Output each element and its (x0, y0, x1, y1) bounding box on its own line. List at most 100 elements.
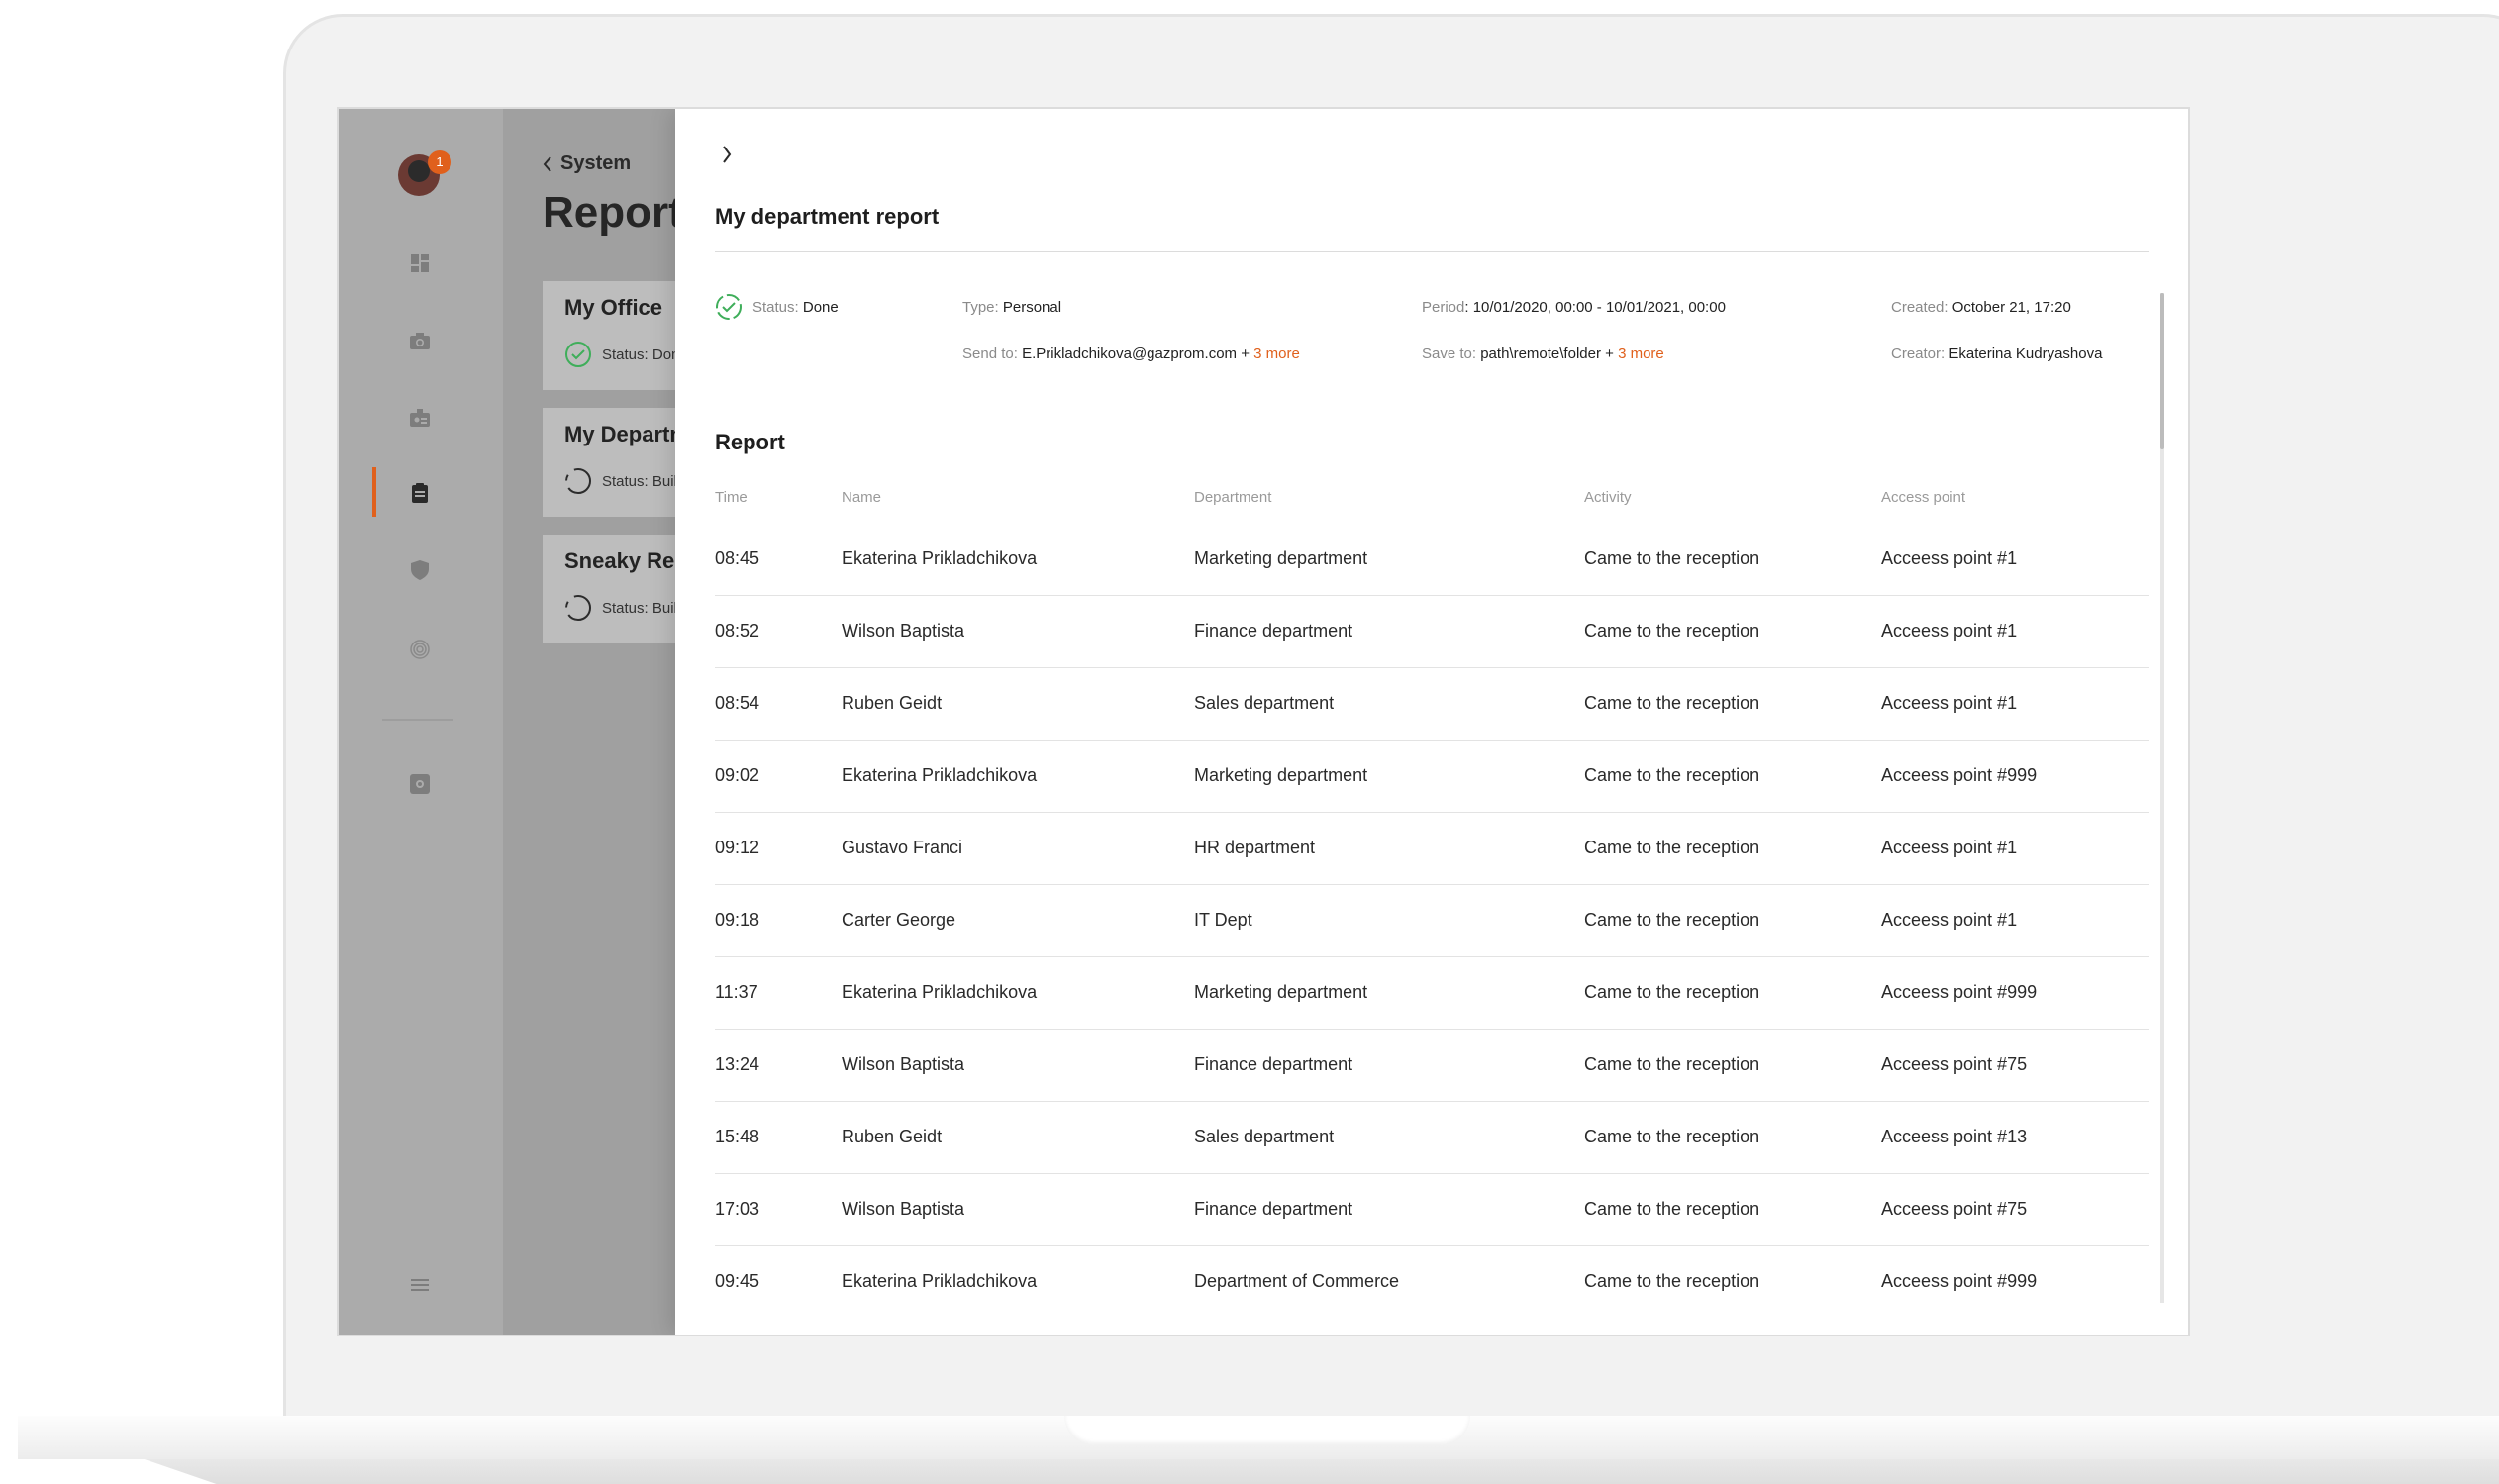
camera-icon[interactable] (408, 329, 432, 352)
report-status: Status: Done (715, 293, 839, 321)
report-card-status: Status: Done (602, 346, 681, 363)
cell-time: 08:45 (715, 523, 842, 596)
report-table: Time Name Department Activity Access poi… (715, 485, 2149, 1318)
table-row[interactable]: 08:52 Wilson Baptista Finance department Ca… (715, 595, 2149, 668)
cell-name: Ekaterina Prikladchikova (842, 523, 1194, 596)
cell-time: 09:02 (715, 740, 842, 813)
cell-activity: Came to the reception (1584, 740, 1881, 813)
cell-access-point: Acceess point #999 (1881, 1271, 2038, 1292)
type-key: Type: (962, 299, 999, 316)
table-row[interactable]: 13:24 Wilson Baptista Finance department Ca… (715, 1029, 2149, 1102)
cell-activity: Came to the reception (1584, 1173, 1881, 1246)
cell-department: IT Dept (1194, 884, 1584, 957)
column-header-name[interactable]: Name (842, 485, 1194, 523)
cell-time: 09:18 (715, 884, 842, 957)
check-circle-icon (565, 342, 591, 367)
save-more-link[interactable]: 3 more (1618, 346, 1664, 362)
clipboard-icon[interactable] (408, 481, 432, 505)
cell-time: 17:03 (715, 1173, 842, 1246)
chevron-left-icon (543, 155, 551, 172)
report-card-name: My Office (564, 295, 663, 320)
period-value: : 10/01/2020, 00:00 - 10/01/2021, 00:00 (1464, 299, 1726, 316)
laptop-notch (1064, 1416, 1470, 1445)
cell-name: Gustavo Franci (842, 812, 1194, 885)
cell-time: 09:45 (715, 1271, 760, 1292)
column-header-department[interactable]: Department (1194, 485, 1584, 523)
reports-list-column: System Reports My Office Status: Done My… (503, 109, 681, 1335)
cell-access-point: Acceess point #999 (1881, 956, 2149, 1030)
table-row[interactable]: 08:45 Ekaterina Prikladchikova Marketing d… (715, 523, 2149, 596)
table-row[interactable]: 15:48 Ruben Geidt Sales department Came to … (715, 1101, 2149, 1174)
back-link[interactable]: System (543, 152, 631, 175)
column-header-access-point[interactable]: Access point (1881, 485, 2149, 523)
cell-access-point: Acceess point #999 (1881, 740, 2149, 813)
table-row[interactable]: 09:12 Gustavo Franci HR department Came to … (715, 812, 2149, 885)
cell-access-point: Acceess point #1 (1881, 812, 2149, 885)
cell-department: Marketing department (1194, 956, 1584, 1030)
report-section-title: Report (715, 430, 785, 454)
report-card-name: My Department (564, 422, 681, 446)
cell-activity: Came to the reception (1584, 523, 1881, 596)
cell-time: 13:24 (715, 1029, 842, 1102)
title-divider (715, 251, 2149, 252)
cell-access-point: Acceess point #75 (1881, 1029, 2149, 1102)
cell-department: Sales department (1194, 1101, 1584, 1174)
cell-name: Wilson Baptista (842, 1029, 1194, 1102)
settings-icon[interactable] (408, 772, 432, 796)
cell-access-point: Acceess point #1 (1881, 884, 2149, 957)
cell-access-point: Acceess point #13 (1881, 1101, 2149, 1174)
type-value: Personal (1002, 299, 1062, 316)
period-key: Period (1422, 299, 1465, 316)
column-header-activity[interactable]: Activity (1584, 485, 1881, 523)
column-header-time[interactable]: Time (715, 485, 842, 523)
table-row[interactable]: 17:03 Wilson Baptista Finance department Ca… (715, 1173, 2149, 1246)
report-send-to: Send to: E.Prikladchikova@gazprom.com + … (962, 346, 1300, 362)
report-card[interactable]: Sneaky Report Status: Building (543, 535, 681, 643)
table-header-row: Time Name Department Activity Access poi… (715, 485, 2149, 523)
fingerprint-icon[interactable] (408, 638, 432, 661)
cell-name: Ruben Geidt (842, 1101, 1194, 1174)
cell-activity: Came to the reception (1584, 595, 1881, 668)
table-row[interactable]: 08:54 Ruben Geidt Sales department Came to … (715, 667, 2149, 741)
creator-value: Ekaterina Kudryashova (1949, 346, 2103, 362)
notification-badge: 1 (428, 150, 451, 174)
cell-activity: Came to the reception (1584, 884, 1881, 957)
cell-name: Ekaterina Prikladchikova (842, 1271, 1038, 1292)
dashboard-icon[interactable] (408, 251, 432, 275)
cell-name: Ruben Geidt (842, 667, 1194, 741)
nav-rail: 1 (339, 109, 503, 1335)
report-creator: Creator: Ekaterina Kudryashova (1891, 346, 2102, 362)
report-table-body: 08:45 Ekaterina Prikladchikova Marketing d… (715, 523, 2149, 1318)
cell-activity: Came to the reception (1584, 956, 1881, 1030)
shield-icon[interactable] (408, 558, 432, 582)
report-created: Created: October 21, 17:20 (1891, 299, 2071, 316)
cell-time: 15:48 (715, 1101, 842, 1174)
cell-department: Finance department (1194, 1029, 1584, 1102)
table-row[interactable]: 09:18 Carter George IT Dept Came to the rec… (715, 884, 2149, 957)
report-card[interactable]: My Department Status: Building (543, 408, 681, 517)
table-row[interactable]: 11:37 Ekaterina Prikladchikova Marketing d… (715, 956, 2149, 1030)
cell-activity: Came to the reception (1584, 667, 1881, 741)
report-card[interactable]: My Office Status: Done (543, 281, 681, 390)
table-row[interactable]: 09:45 Ekaterina Prikladchikova Department … (715, 1245, 2149, 1318)
save-key: Save to: (1422, 346, 1477, 362)
send-more-link[interactable]: 3 more (1253, 346, 1300, 362)
badge-icon[interactable] (408, 406, 432, 430)
cell-activity: Came to the reception (1584, 1029, 1881, 1102)
table-row[interactable]: 09:02 Ekaterina Prikladchikova Marketing d… (715, 740, 2149, 813)
scrollbar-thumb[interactable] (2160, 293, 2164, 449)
menu-icon[interactable] (408, 1273, 432, 1297)
nav-divider (382, 719, 453, 721)
report-card-name: Sneaky Report (564, 548, 681, 573)
cell-access-point: Acceess point #1 (1881, 595, 2149, 668)
status-value: Done (802, 298, 839, 316)
creator-key: Creator: (1891, 346, 1946, 362)
cell-department: Marketing department (1194, 523, 1584, 596)
report-type: Type: Personal (962, 299, 1061, 316)
cell-department: Department of Commerce (1194, 1271, 1400, 1292)
collapse-panel-button[interactable] (715, 143, 739, 166)
cell-name: Carter George (842, 884, 1194, 957)
report-card-status: Status: Building (602, 599, 681, 617)
cell-department: Finance department (1194, 595, 1584, 668)
cell-time: 08:52 (715, 595, 842, 668)
